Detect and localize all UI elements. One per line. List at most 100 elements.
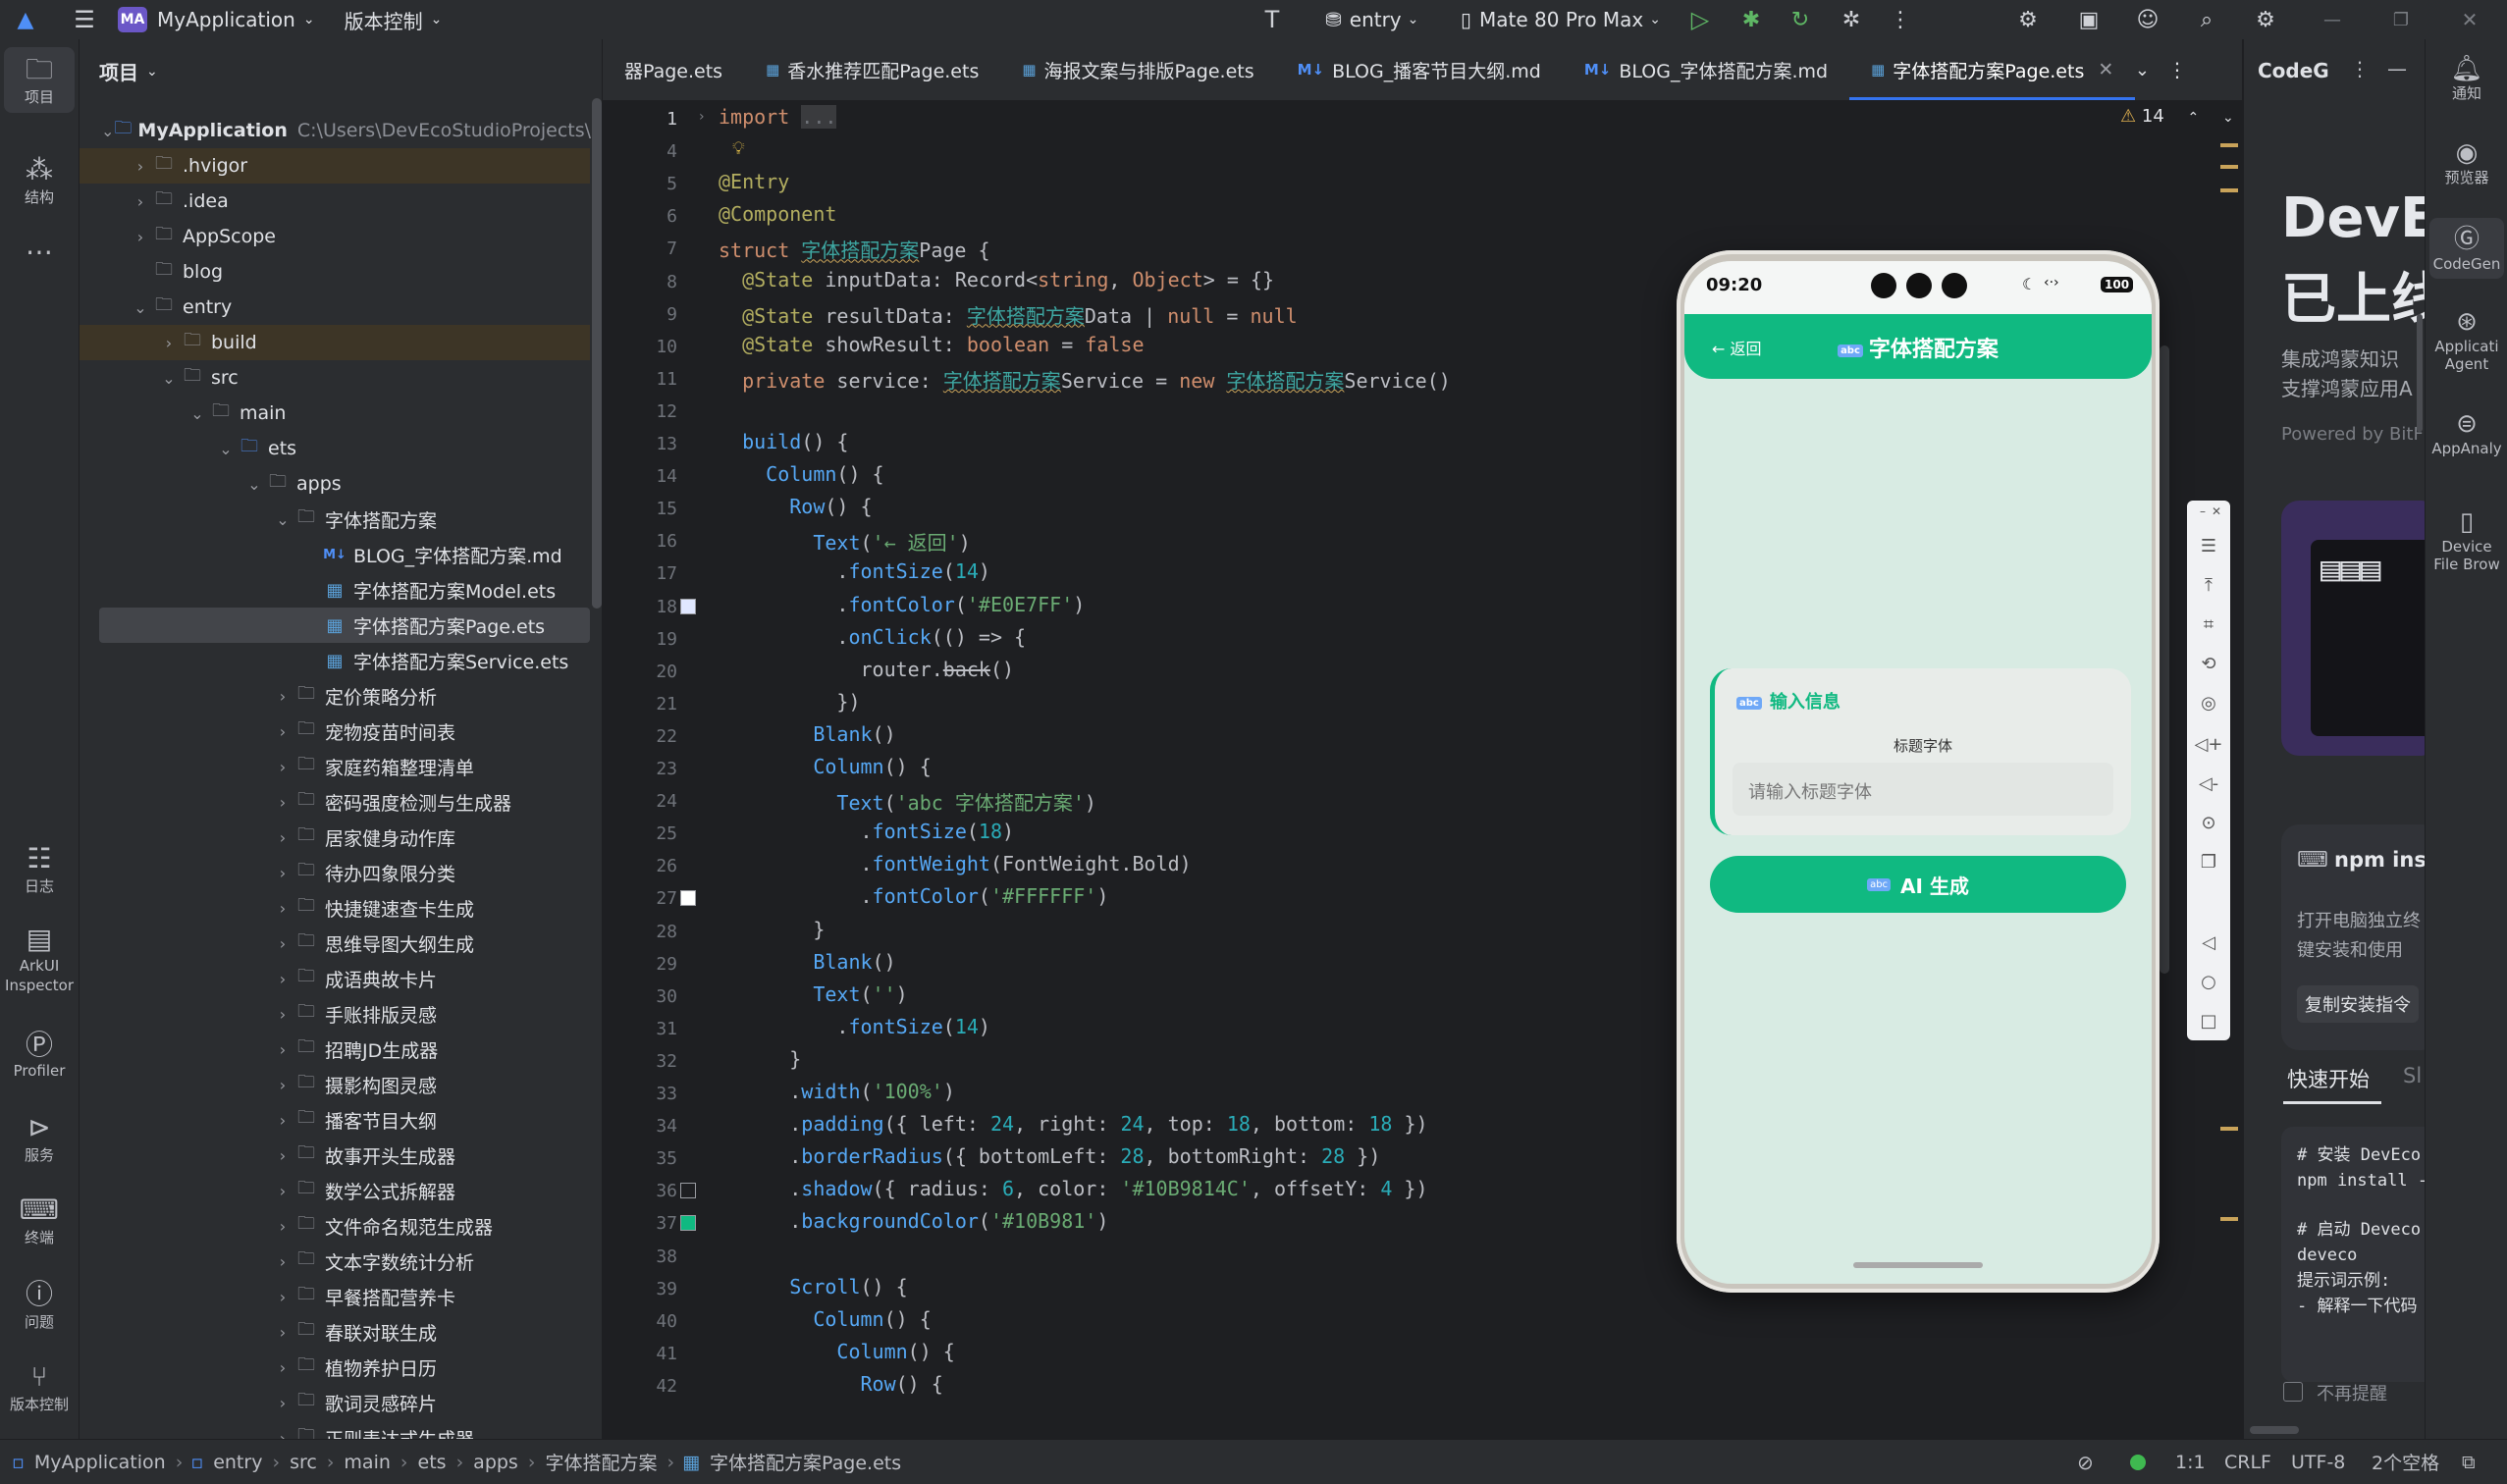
tree-item[interactable]: › 🗀 AppScope	[80, 219, 590, 254]
code-line[interactable]: .fontSize(18)	[719, 820, 1014, 843]
tree-item[interactable]: 🗀 blog	[80, 254, 590, 290]
panel-more-icon[interactable]: ⋮	[2350, 57, 2370, 80]
tool-services[interactable]: ⊳ 服务	[0, 1111, 79, 1165]
tree-item[interactable]: › 🗀 build	[80, 325, 590, 360]
breadcrumb-item[interactable]: entry	[213, 1452, 262, 1473]
editor-tab[interactable]: ▦ 香水推荐匹配Page.ets	[744, 39, 1000, 100]
panel-scrollbar[interactable]	[2250, 1426, 2299, 1434]
chevron-right-icon[interactable]: ›	[272, 899, 293, 918]
tree-item[interactable]: › 🗀 歌词灵感碎片	[80, 1385, 590, 1420]
code-line[interactable]: }	[719, 918, 825, 941]
chevron-right-icon[interactable]: ›	[272, 1252, 293, 1271]
tree-item[interactable]: › 🗀 家庭药箱整理清单	[80, 749, 590, 784]
tree-item[interactable]: ▦ 字体搭配方案Service.ets	[80, 643, 590, 678]
pin-top-icon[interactable]: ⤒	[2187, 575, 2230, 596]
chevron-down-icon[interactable]: ⌄	[272, 510, 293, 529]
editor-tab[interactable]: M↓ BLOG_字体搭配方案.md	[1563, 39, 1849, 100]
intention-bulb-icon[interactable]: 💡︎	[732, 138, 745, 159]
tab-close-icon[interactable]: ✕	[2098, 59, 2113, 80]
code-line[interactable]: .onClick(() => {	[719, 625, 1026, 649]
tool-app-analyzer[interactable]: ⊜ AppAnaly	[2426, 408, 2507, 457]
chevron-right-icon[interactable]: ›	[272, 1429, 293, 1440]
code-line[interactable]: .fontColor('#E0E7FF')	[719, 593, 1085, 616]
rotate-icon[interactable]: ⟲	[2187, 654, 2230, 674]
code-line[interactable]: @State showResult: boolean = false	[719, 333, 1144, 356]
code-line[interactable]: Column() {	[719, 1307, 931, 1331]
minimize-icon[interactable]: —	[2313, 0, 2352, 39]
chevron-right-icon[interactable]: ›	[272, 1005, 293, 1024]
tree-item[interactable]: ⌄ 🗀 字体搭配方案	[80, 502, 590, 537]
project-panel-header[interactable]: 项目 ⌄	[80, 39, 602, 103]
account-icon[interactable]: ☺	[2128, 0, 2167, 39]
tree-item[interactable]: › 🗀 手账排版灵感	[80, 996, 590, 1032]
tool-vcs[interactable]: ⑂ 版本控制	[0, 1360, 79, 1414]
menu-icon[interactable]: ☰	[2187, 536, 2230, 556]
code-line[interactable]: @State inputData: Record<string, Object>…	[719, 268, 1274, 292]
tool-log[interactable]: ☷ 日志	[0, 842, 79, 896]
chevron-right-icon[interactable]: ›	[272, 1076, 293, 1094]
tree-item[interactable]: › 🗀 文本字数统计分析	[80, 1244, 590, 1279]
code-line[interactable]: })	[719, 690, 860, 714]
tree-item[interactable]: ⌄ 🗀 ets	[80, 431, 590, 466]
editor-tab[interactable]: M↓ BLOG_播客节目大纲.md	[1276, 39, 1563, 100]
code-line[interactable]: @Entry	[719, 170, 789, 193]
tree-item[interactable]: › 🗀 待办四象限分类	[80, 855, 590, 890]
no-remind-checkbox[interactable]	[2283, 1382, 2303, 1402]
breadcrumb-item[interactable]: 字体搭配方案	[545, 1449, 657, 1475]
copy-install-button[interactable]: 复制安装指令	[2297, 985, 2419, 1023]
tree-item[interactable]: › 🗀 .hvigor	[80, 148, 590, 184]
tree-item[interactable]: ▦ 字体搭配方案Model.ets	[80, 572, 590, 608]
tree-item[interactable]: › 🗀 春联对联生成	[80, 1314, 590, 1350]
tool-profiler[interactable]: Ⓟ Profiler	[0, 1029, 79, 1080]
color-swatch[interactable]	[680, 890, 696, 907]
tool-project[interactable]: 🗀 项目	[4, 47, 75, 113]
breadcrumb-item[interactable]: ets	[418, 1452, 447, 1473]
tabs-more-icon[interactable]: ⋮	[2167, 58, 2187, 81]
tree-item[interactable]: ⌄ 🗀 main	[80, 396, 590, 431]
tool-notifications[interactable]: 🔔︎ 通知	[2426, 53, 2507, 102]
project-switcher[interactable]: MA MyApplication ⌄	[118, 7, 315, 32]
tool-codegen[interactable]: Ⓖ CodeGen	[2429, 218, 2504, 279]
tool-structure[interactable]: ⁂ 结构	[0, 153, 79, 207]
screenshot-icon[interactable]: ⊙	[2187, 813, 2230, 833]
chevron-right-icon[interactable]: ›	[130, 228, 151, 246]
chevron-right-icon[interactable]: ›	[272, 1323, 293, 1342]
file-encoding[interactable]: UTF-8	[2291, 1452, 2345, 1473]
code-line[interactable]: Blank()	[719, 722, 895, 746]
tree-item[interactable]: › 🗀 成语典故卡片	[80, 961, 590, 996]
chevron-right-icon[interactable]: ›	[272, 1111, 293, 1130]
apply-changes-icon[interactable]: ↻	[1781, 0, 1820, 39]
maximize-icon[interactable]: ❐	[2381, 0, 2421, 39]
breadcrumb-item[interactable]: apps	[473, 1452, 518, 1473]
main-menu-icon[interactable]: ☰	[65, 0, 104, 39]
tree-item[interactable]: › 🗀 植物养护日历	[80, 1350, 590, 1385]
ai-generate-button[interactable]: abc AI 生成	[1710, 856, 2126, 913]
tree-item[interactable]: ⌄ 🗀 src	[80, 360, 590, 396]
location-icon[interactable]: ◎	[2187, 693, 2230, 714]
tool-arkui-inspector[interactable]: ▤ ArkUI Inspector	[0, 923, 79, 995]
lock-icon[interactable]: ⧉	[2462, 1452, 2476, 1473]
chevron-right-icon[interactable]: ›	[272, 1146, 293, 1165]
tree-item[interactable]: › 🗀 定价策略分析	[80, 678, 590, 714]
code-line[interactable]: router.back()	[719, 658, 1014, 681]
tree-item[interactable]: › 🗀 文件命名规范生成器	[80, 1208, 590, 1244]
attach-debugger-icon[interactable]: ✲	[1832, 0, 1871, 39]
gear-icon[interactable]: ⚙	[2246, 0, 2285, 39]
chevron-down-icon[interactable]: ⌄	[187, 404, 208, 423]
chevron-right-icon[interactable]: ›	[272, 1394, 293, 1412]
run-icon[interactable]: ▷	[1680, 0, 1720, 39]
chevron-right-icon[interactable]: ›	[272, 934, 293, 953]
tree-item[interactable]: › 🗀 密码强度检测与生成器	[80, 784, 590, 820]
chevron-right-icon[interactable]: ›	[272, 687, 293, 706]
chevron-right-icon[interactable]: ›	[272, 864, 293, 882]
tree-item[interactable]: ⌄ 🗀 entry	[80, 290, 590, 325]
tree-item[interactable]: › 🗀 .idea	[80, 184, 590, 219]
chevron-right-icon[interactable]: ›	[130, 192, 151, 211]
breadcrumb-item[interactable]: src	[290, 1452, 317, 1473]
code-line[interactable]: .width('100%')	[719, 1080, 955, 1103]
tool-terminal[interactable]: ⌨ 终端	[0, 1193, 79, 1247]
debug-icon[interactable]: ✱	[1732, 0, 1771, 39]
code-line[interactable]: import ...	[719, 105, 837, 129]
chevron-right-icon[interactable]: ›	[272, 793, 293, 812]
code-line[interactable]: Row() {	[719, 1372, 943, 1396]
